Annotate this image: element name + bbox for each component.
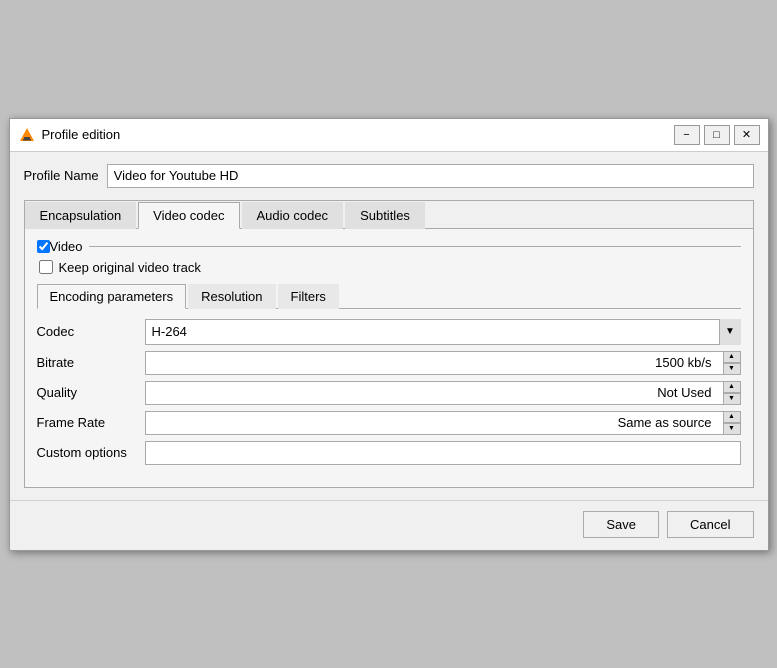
video-section-label: Video bbox=[50, 239, 83, 254]
profile-edition-dialog: Profile edition − □ ✕ Profile Name Encap… bbox=[9, 118, 769, 551]
window-controls: − □ ✕ bbox=[674, 125, 760, 145]
framerate-spinners: ▲ ▼ bbox=[723, 411, 741, 435]
vlc-icon bbox=[18, 126, 36, 144]
quality-input[interactable] bbox=[145, 381, 741, 405]
encoding-params: Codec H-264 H-265 MPEG-4 VP8 VP9 Theora … bbox=[37, 319, 741, 465]
sub-tab-filters[interactable]: Filters bbox=[278, 284, 339, 309]
keep-original-checkbox[interactable] bbox=[39, 260, 53, 274]
keep-original-label: Keep original video track bbox=[59, 260, 201, 275]
close-button[interactable]: ✕ bbox=[734, 125, 760, 145]
quality-up-btn[interactable]: ▲ bbox=[723, 381, 741, 393]
bitrate-down-btn[interactable]: ▼ bbox=[723, 363, 741, 375]
codec-select[interactable]: H-264 H-265 MPEG-4 VP8 VP9 Theora bbox=[145, 319, 741, 345]
codec-label: Codec bbox=[37, 324, 137, 339]
custom-options-input[interactable] bbox=[145, 441, 741, 465]
video-codec-tab-content: Video Keep original video track Encoding… bbox=[25, 229, 753, 487]
profile-name-row: Profile Name bbox=[24, 164, 754, 188]
quality-down-btn[interactable]: ▼ bbox=[723, 393, 741, 405]
quality-row: Quality ▲ ▼ bbox=[37, 381, 741, 405]
framerate-up-btn[interactable]: ▲ bbox=[723, 411, 741, 423]
bitrate-spinners: ▲ ▼ bbox=[723, 351, 741, 375]
quality-label: Quality bbox=[37, 385, 137, 400]
save-button[interactable]: Save bbox=[583, 511, 659, 538]
dialog-content: Profile Name Encapsulation Video codec A… bbox=[10, 152, 768, 500]
framerate-spinner: ▲ ▼ bbox=[145, 411, 741, 435]
framerate-down-btn[interactable]: ▼ bbox=[723, 423, 741, 435]
bitrate-row: Bitrate ▲ ▼ bbox=[37, 351, 741, 375]
framerate-row: Frame Rate ▲ ▼ bbox=[37, 411, 741, 435]
codec-select-wrapper: H-264 H-265 MPEG-4 VP8 VP9 Theora ▼ bbox=[145, 319, 741, 345]
main-tab-bar: Encapsulation Video codec Audio codec Su… bbox=[25, 201, 753, 229]
video-checkbox[interactable] bbox=[37, 240, 50, 253]
profile-name-label: Profile Name bbox=[24, 168, 99, 183]
quality-spinner: ▲ ▼ bbox=[145, 381, 741, 405]
framerate-input[interactable] bbox=[145, 411, 741, 435]
title-bar: Profile edition − □ ✕ bbox=[10, 119, 768, 152]
sub-tab-resolution[interactable]: Resolution bbox=[188, 284, 275, 309]
bitrate-up-btn[interactable]: ▲ bbox=[723, 351, 741, 363]
main-tabs-container: Encapsulation Video codec Audio codec Su… bbox=[24, 200, 754, 488]
custom-options-wrapper bbox=[145, 441, 741, 465]
cancel-button[interactable]: Cancel bbox=[667, 511, 753, 538]
sub-tab-encoding[interactable]: Encoding parameters bbox=[37, 284, 187, 309]
tab-encapsulation[interactable]: Encapsulation bbox=[25, 202, 137, 229]
custom-options-row: Custom options bbox=[37, 441, 741, 465]
maximize-button[interactable]: □ bbox=[704, 125, 730, 145]
quality-spinners: ▲ ▼ bbox=[723, 381, 741, 405]
tab-subtitles[interactable]: Subtitles bbox=[345, 202, 425, 229]
tab-audio-codec[interactable]: Audio codec bbox=[242, 202, 344, 229]
bottom-bar: Save Cancel bbox=[10, 500, 768, 550]
keep-original-row: Keep original video track bbox=[39, 260, 741, 275]
profile-name-input[interactable] bbox=[107, 164, 754, 188]
framerate-label: Frame Rate bbox=[37, 415, 137, 430]
bitrate-label: Bitrate bbox=[37, 355, 137, 370]
tab-video-codec[interactable]: Video codec bbox=[138, 202, 239, 229]
minimize-button[interactable]: − bbox=[674, 125, 700, 145]
window-title: Profile edition bbox=[42, 127, 674, 142]
video-section-line bbox=[89, 246, 741, 247]
bitrate-spinner: ▲ ▼ bbox=[145, 351, 741, 375]
custom-options-label: Custom options bbox=[37, 445, 137, 460]
bitrate-input[interactable] bbox=[145, 351, 741, 375]
sub-tab-bar: Encoding parameters Resolution Filters bbox=[37, 283, 741, 309]
video-section-header: Video bbox=[37, 239, 741, 254]
codec-row: Codec H-264 H-265 MPEG-4 VP8 VP9 Theora … bbox=[37, 319, 741, 345]
